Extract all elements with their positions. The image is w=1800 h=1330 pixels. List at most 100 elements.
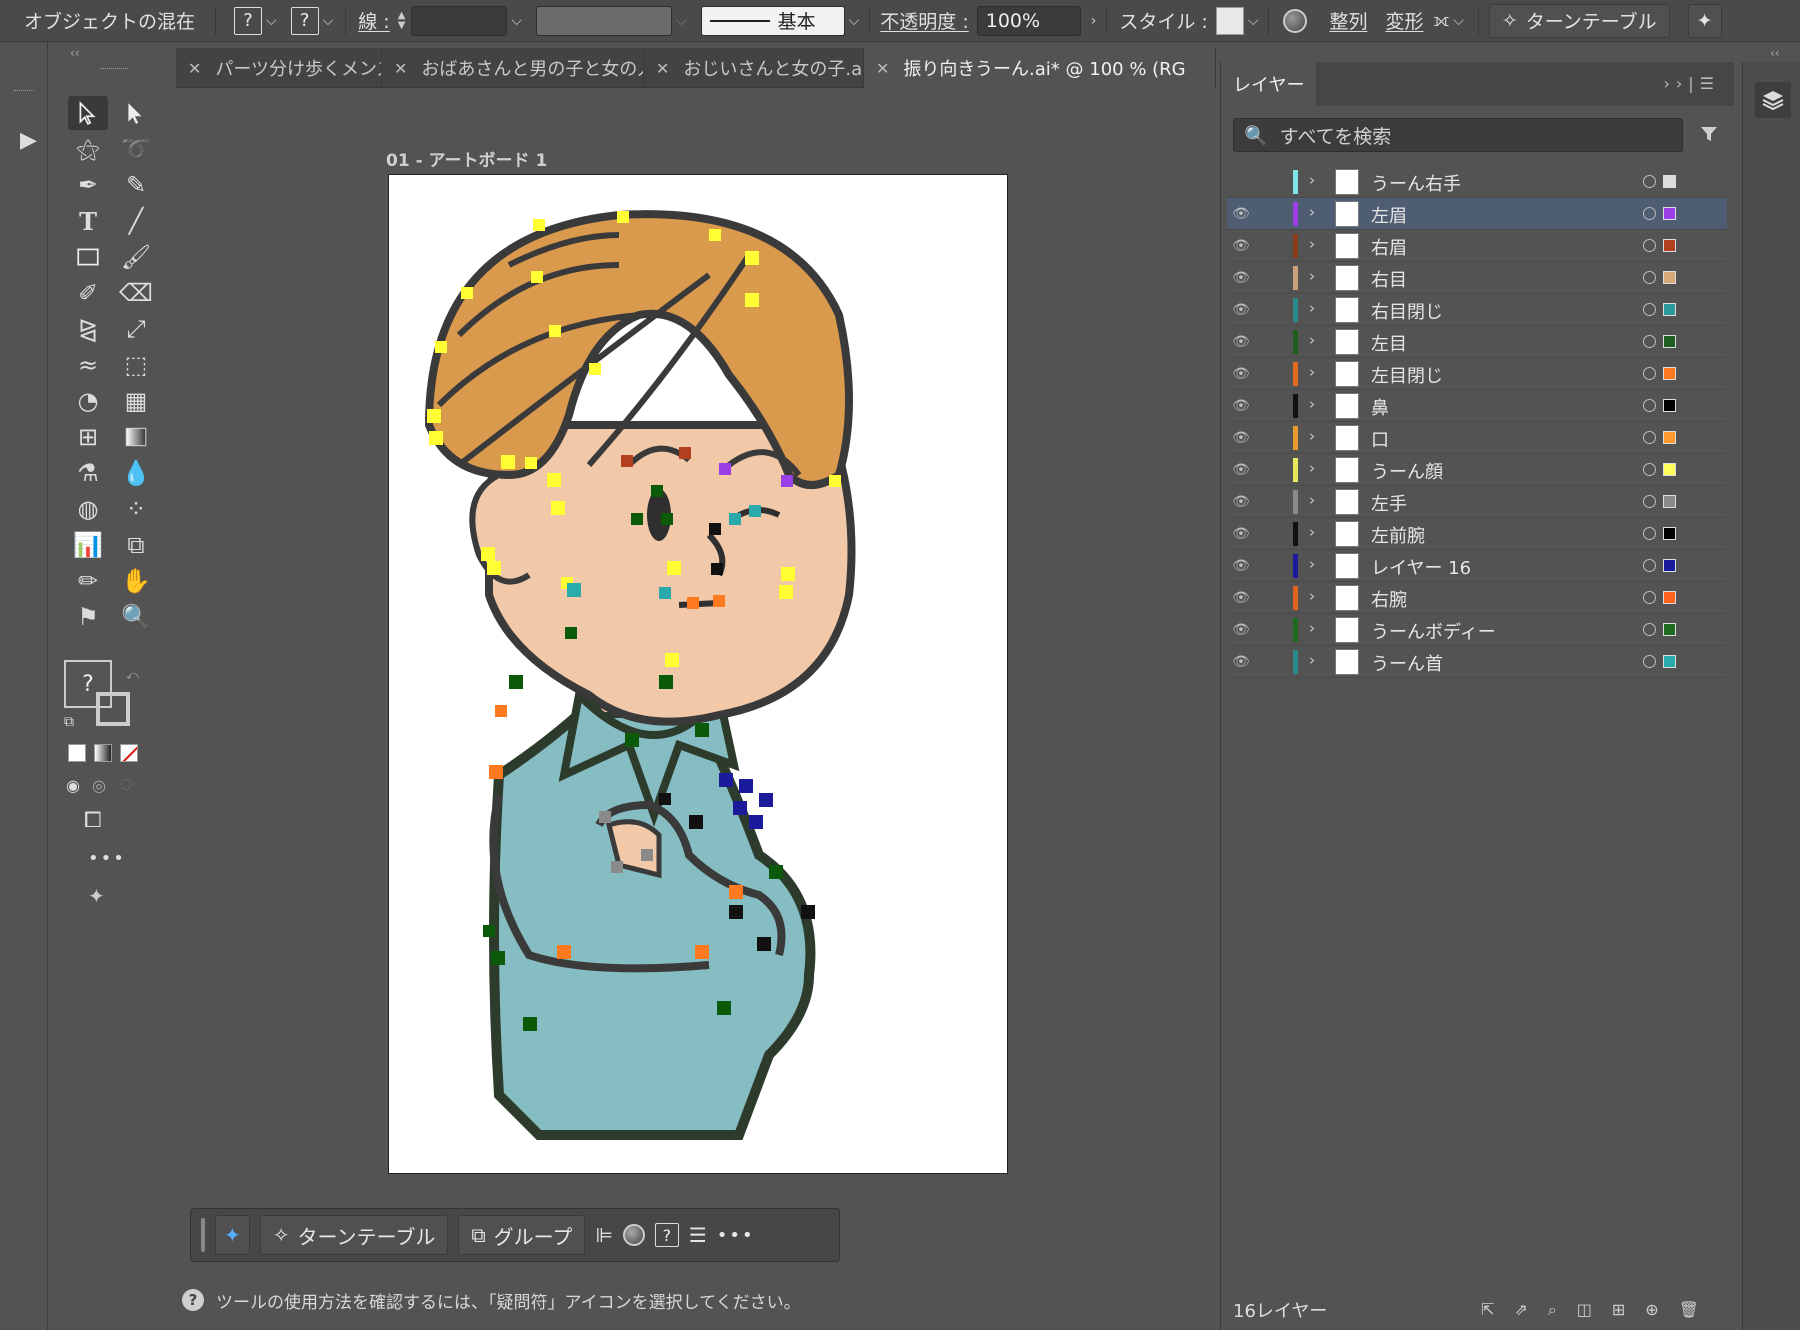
draw-inside-icon[interactable]: ◌ xyxy=(120,776,132,792)
edit-toolbar-button[interactable]: ••• xyxy=(88,848,126,869)
selection-indicator[interactable] xyxy=(1663,271,1676,284)
target-circle-icon[interactable] xyxy=(1643,271,1656,284)
layer-name[interactable]: レイヤー 16 xyxy=(1371,554,1471,580)
transform-link[interactable]: 変形 xyxy=(1385,7,1423,34)
stroke-weight-input[interactable] xyxy=(411,5,508,36)
visibility-eye-icon[interactable]: 👁 xyxy=(1227,430,1255,446)
selection-indicator[interactable] xyxy=(1663,495,1676,508)
collect-for-export-icon[interactable]: ⇗ xyxy=(1514,1300,1527,1320)
selection-indicator[interactable] xyxy=(1663,463,1676,476)
expand-arrow-icon[interactable]: › xyxy=(1309,459,1315,477)
target-circle-icon[interactable] xyxy=(1643,655,1656,668)
stroke-swatch-unknown[interactable]: ? xyxy=(290,6,319,35)
selection-indicator[interactable] xyxy=(1663,207,1676,220)
canvas-area[interactable]: 01 - アートボード 1 xyxy=(176,88,1216,1278)
chevron-down-icon[interactable]: ⌵ xyxy=(511,13,522,29)
layer-row[interactable]: 👁 › 鼻 xyxy=(1227,390,1727,422)
layer-name[interactable]: 左目 xyxy=(1371,330,1407,356)
layers-search-field[interactable]: 🔍 すべてを検索 xyxy=(1233,118,1683,152)
layer-row[interactable]: 👁 › うーん顔 xyxy=(1227,454,1727,486)
sparkle-icon[interactable]: ✦ xyxy=(88,884,105,908)
chevron-down-icon[interactable]: ⌵ xyxy=(849,13,860,29)
layer-name[interactable]: 右眉 xyxy=(1371,234,1407,260)
symbol-sprayer-tool-icon[interactable]: ⁘ xyxy=(116,492,156,526)
draw-normal-icon[interactable]: ◉ xyxy=(66,776,80,795)
eyedropper-tool-icon[interactable]: 💧 xyxy=(116,456,156,490)
selection-indicator[interactable] xyxy=(1663,303,1676,316)
selection-indicator[interactable] xyxy=(1663,239,1676,252)
layer-name[interactable]: 右腕 xyxy=(1371,586,1407,612)
layers-panel-icon[interactable] xyxy=(1755,82,1791,118)
hand-tool-icon[interactable]: ✋ xyxy=(116,564,156,598)
selection-indicator[interactable] xyxy=(1663,623,1676,636)
variable-width-profile[interactable] xyxy=(536,5,673,36)
layer-row[interactable]: 👁 › 口 xyxy=(1227,422,1727,454)
align-icon[interactable]: ⊫ xyxy=(595,1223,612,1247)
panel-menu-icon[interactable]: ››|☰ xyxy=(1663,74,1720,93)
graphic-style-swatch[interactable] xyxy=(1215,6,1244,35)
trash-icon[interactable]: 🗑 xyxy=(1679,1300,1699,1320)
visibility-eye-icon[interactable]: 👁 xyxy=(1227,494,1255,510)
close-icon[interactable]: ✕ xyxy=(656,59,669,78)
selection-indicator[interactable] xyxy=(1663,335,1676,348)
layer-row[interactable]: 👁 › 右腕 xyxy=(1227,582,1727,614)
align-link[interactable]: 整列 xyxy=(1329,7,1367,34)
target-circle-icon[interactable] xyxy=(1643,399,1656,412)
collapse-panels-icon[interactable]: ‹‹ xyxy=(1770,46,1780,60)
expand-arrow-icon[interactable]: › xyxy=(1309,363,1315,381)
expand-arrow-icon[interactable]: › xyxy=(1309,555,1315,573)
eyedropper-blend-tool-icon[interactable]: ⚗ xyxy=(68,456,108,490)
layer-name[interactable]: 口 xyxy=(1371,426,1389,452)
layer-name[interactable]: 左手 xyxy=(1371,490,1407,516)
layer-name[interactable]: 左眉 xyxy=(1371,202,1407,228)
scale-tool-icon[interactable]: ⤢ xyxy=(116,312,156,346)
tab-layers[interactable]: レイヤー xyxy=(1221,62,1317,106)
column-graph-tool-icon[interactable]: 📊 xyxy=(68,528,108,562)
tab-walking-mens[interactable]: ✕ パーツ分け歩くメンズ.ai* xyxy=(176,48,382,88)
artboard[interactable] xyxy=(388,174,1008,1174)
visibility-eye-icon[interactable]: 👁 xyxy=(1227,270,1255,286)
layer-row[interactable]: 👁 › 左手 xyxy=(1227,486,1727,518)
recolor-icon[interactable] xyxy=(1283,8,1308,33)
layer-row[interactable]: 👁 › 右目閉じ xyxy=(1227,294,1727,326)
visibility-eye-icon[interactable]: 👁 xyxy=(1227,334,1255,350)
visibility-eye-icon[interactable]: 👁 xyxy=(1227,366,1255,382)
layer-row[interactable]: 👁 › 左前腕 xyxy=(1227,518,1727,550)
expand-arrow-icon[interactable]: › xyxy=(1309,491,1315,509)
new-sublayer-icon[interactable]: ⊞ xyxy=(1612,1300,1625,1320)
shaper-tool-icon[interactable]: ✐ xyxy=(68,276,108,310)
collapse-toolbar-icon[interactable]: ‹‹ xyxy=(70,46,80,60)
chevron-down-icon[interactable]: ⌵ xyxy=(266,13,277,29)
selection-tool-icon[interactable] xyxy=(68,96,108,130)
close-icon[interactable]: ✕ xyxy=(876,59,889,78)
selection-indicator[interactable] xyxy=(1663,175,1676,188)
target-circle-icon[interactable] xyxy=(1643,527,1656,540)
target-circle-icon[interactable] xyxy=(1643,207,1656,220)
help-icon[interactable]: ? xyxy=(182,1289,204,1311)
type-tool-icon[interactable]: T xyxy=(68,204,108,238)
selection-indicator[interactable] xyxy=(1663,431,1676,444)
layer-name[interactable]: 鼻 xyxy=(1371,394,1389,420)
target-circle-icon[interactable] xyxy=(1643,335,1656,348)
zoom-tool-icon[interactable]: 🔍 xyxy=(116,600,156,634)
brush-definition[interactable]: 基本 xyxy=(700,5,845,36)
default-fill-stroke-icon[interactable]: ⧉ xyxy=(64,714,74,730)
layer-name[interactable]: 左目閉じ xyxy=(1371,362,1443,388)
target-circle-icon[interactable] xyxy=(1643,367,1656,380)
artboard-tool-icon[interactable]: ⧉ xyxy=(116,528,156,562)
clipping-mask-icon[interactable]: ◫ xyxy=(1577,1300,1592,1320)
expand-arrow-icon[interactable]: › xyxy=(1309,395,1315,413)
target-circle-icon[interactable] xyxy=(1643,463,1656,476)
transform-options-icon[interactable]: ⟗ xyxy=(1433,10,1449,31)
rotate-view-tool-icon[interactable]: ⚑ xyxy=(68,600,108,634)
expand-arrow-icon[interactable]: › xyxy=(1309,267,1315,285)
selection-indicator[interactable] xyxy=(1663,367,1676,380)
visibility-eye-icon[interactable]: 👁 xyxy=(1227,462,1255,478)
recolor-icon[interactable] xyxy=(622,1224,645,1246)
stroke-label[interactable]: 線 : xyxy=(358,7,389,34)
target-circle-icon[interactable] xyxy=(1643,175,1656,188)
gradient-mode-icon[interactable] xyxy=(94,744,112,762)
layer-name[interactable]: 右目 xyxy=(1371,266,1407,292)
fill-swatch-unknown[interactable]: ? xyxy=(234,6,263,35)
turntable-button[interactable]: ✧ ターンテーブル xyxy=(259,1215,449,1255)
